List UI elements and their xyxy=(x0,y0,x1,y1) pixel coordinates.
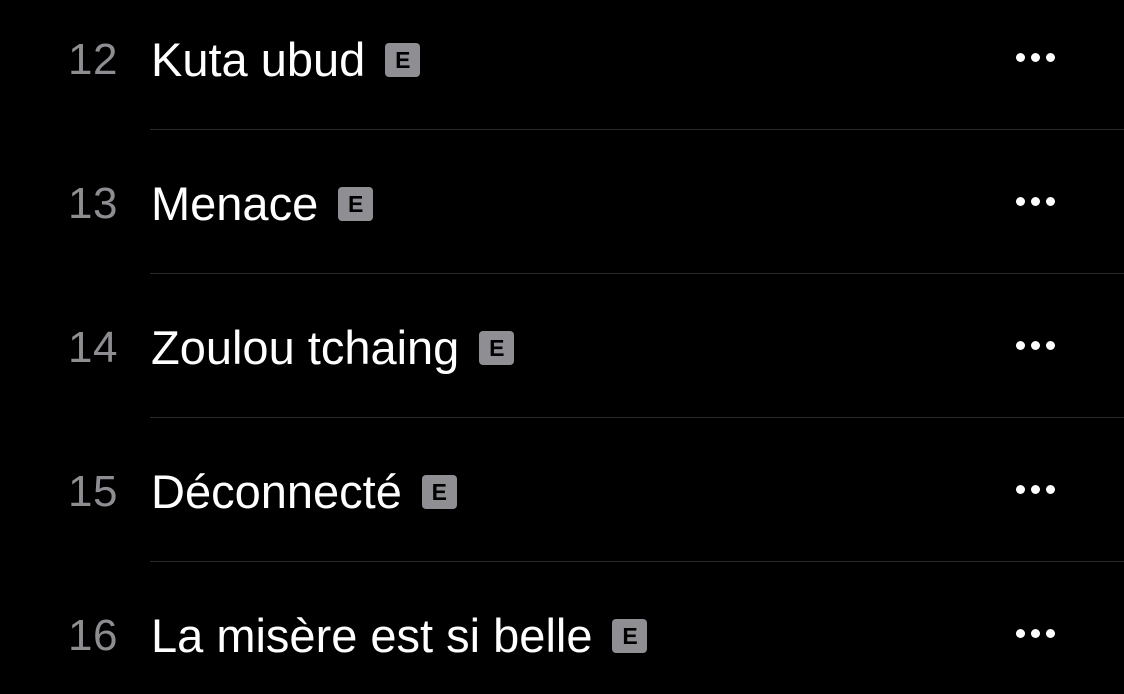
ellipsis-icon xyxy=(1015,52,1025,62)
more-options-button[interactable] xyxy=(1004,42,1066,72)
track-list: 12 Kuta ubud E 13 Menace E 14 Zoulou tch… xyxy=(0,0,1124,694)
explicit-badge: E xyxy=(385,43,421,77)
track-row[interactable]: 14 Zoulou tchaing E xyxy=(0,274,1124,418)
ellipsis-icon xyxy=(1015,340,1025,350)
track-title-group: Déconnecté E xyxy=(151,466,457,518)
track-number: 16 xyxy=(68,611,118,660)
more-options-button[interactable] xyxy=(1004,186,1066,216)
ellipsis-icon xyxy=(1045,196,1055,206)
more-options-button[interactable] xyxy=(1004,330,1066,360)
ellipsis-icon xyxy=(1015,196,1025,206)
track-title[interactable]: Kuta ubud xyxy=(151,34,365,86)
explicit-badge: E xyxy=(612,619,648,653)
ellipsis-icon xyxy=(1045,340,1055,350)
track-row[interactable]: 13 Menace E xyxy=(0,130,1124,274)
ellipsis-icon xyxy=(1045,52,1055,62)
ellipsis-icon xyxy=(1030,52,1040,62)
ellipsis-icon xyxy=(1045,628,1055,638)
explicit-badge: E xyxy=(338,187,374,221)
track-title-group: Menace E xyxy=(151,178,374,230)
track-title-group: Zoulou tchaing E xyxy=(151,322,515,374)
track-title[interactable]: La misère est si belle xyxy=(151,610,592,662)
ellipsis-icon xyxy=(1015,484,1025,494)
track-title[interactable]: Zoulou tchaing xyxy=(151,322,459,374)
track-row[interactable]: 15 Déconnecté E xyxy=(0,418,1124,562)
track-row[interactable]: 16 La misère est si belle E xyxy=(0,562,1124,694)
track-number: 12 xyxy=(68,35,118,84)
track-number: 14 xyxy=(68,323,118,372)
ellipsis-icon xyxy=(1030,340,1040,350)
ellipsis-icon xyxy=(1030,628,1040,638)
ellipsis-icon xyxy=(1015,628,1025,638)
track-title[interactable]: Déconnecté xyxy=(151,466,402,518)
more-options-button[interactable] xyxy=(1004,618,1066,648)
track-title-group: La misère est si belle E xyxy=(151,610,648,662)
explicit-badge: E xyxy=(421,475,457,509)
track-title[interactable]: Menace xyxy=(151,178,318,230)
track-number: 15 xyxy=(68,467,118,516)
track-row[interactable]: 12 Kuta ubud E xyxy=(0,0,1124,130)
ellipsis-icon xyxy=(1030,484,1040,494)
ellipsis-icon xyxy=(1045,484,1055,494)
track-number: 13 xyxy=(68,179,118,228)
explicit-badge: E xyxy=(479,331,515,365)
more-options-button[interactable] xyxy=(1004,474,1066,504)
ellipsis-icon xyxy=(1030,196,1040,206)
track-title-group: Kuta ubud E xyxy=(151,34,421,86)
